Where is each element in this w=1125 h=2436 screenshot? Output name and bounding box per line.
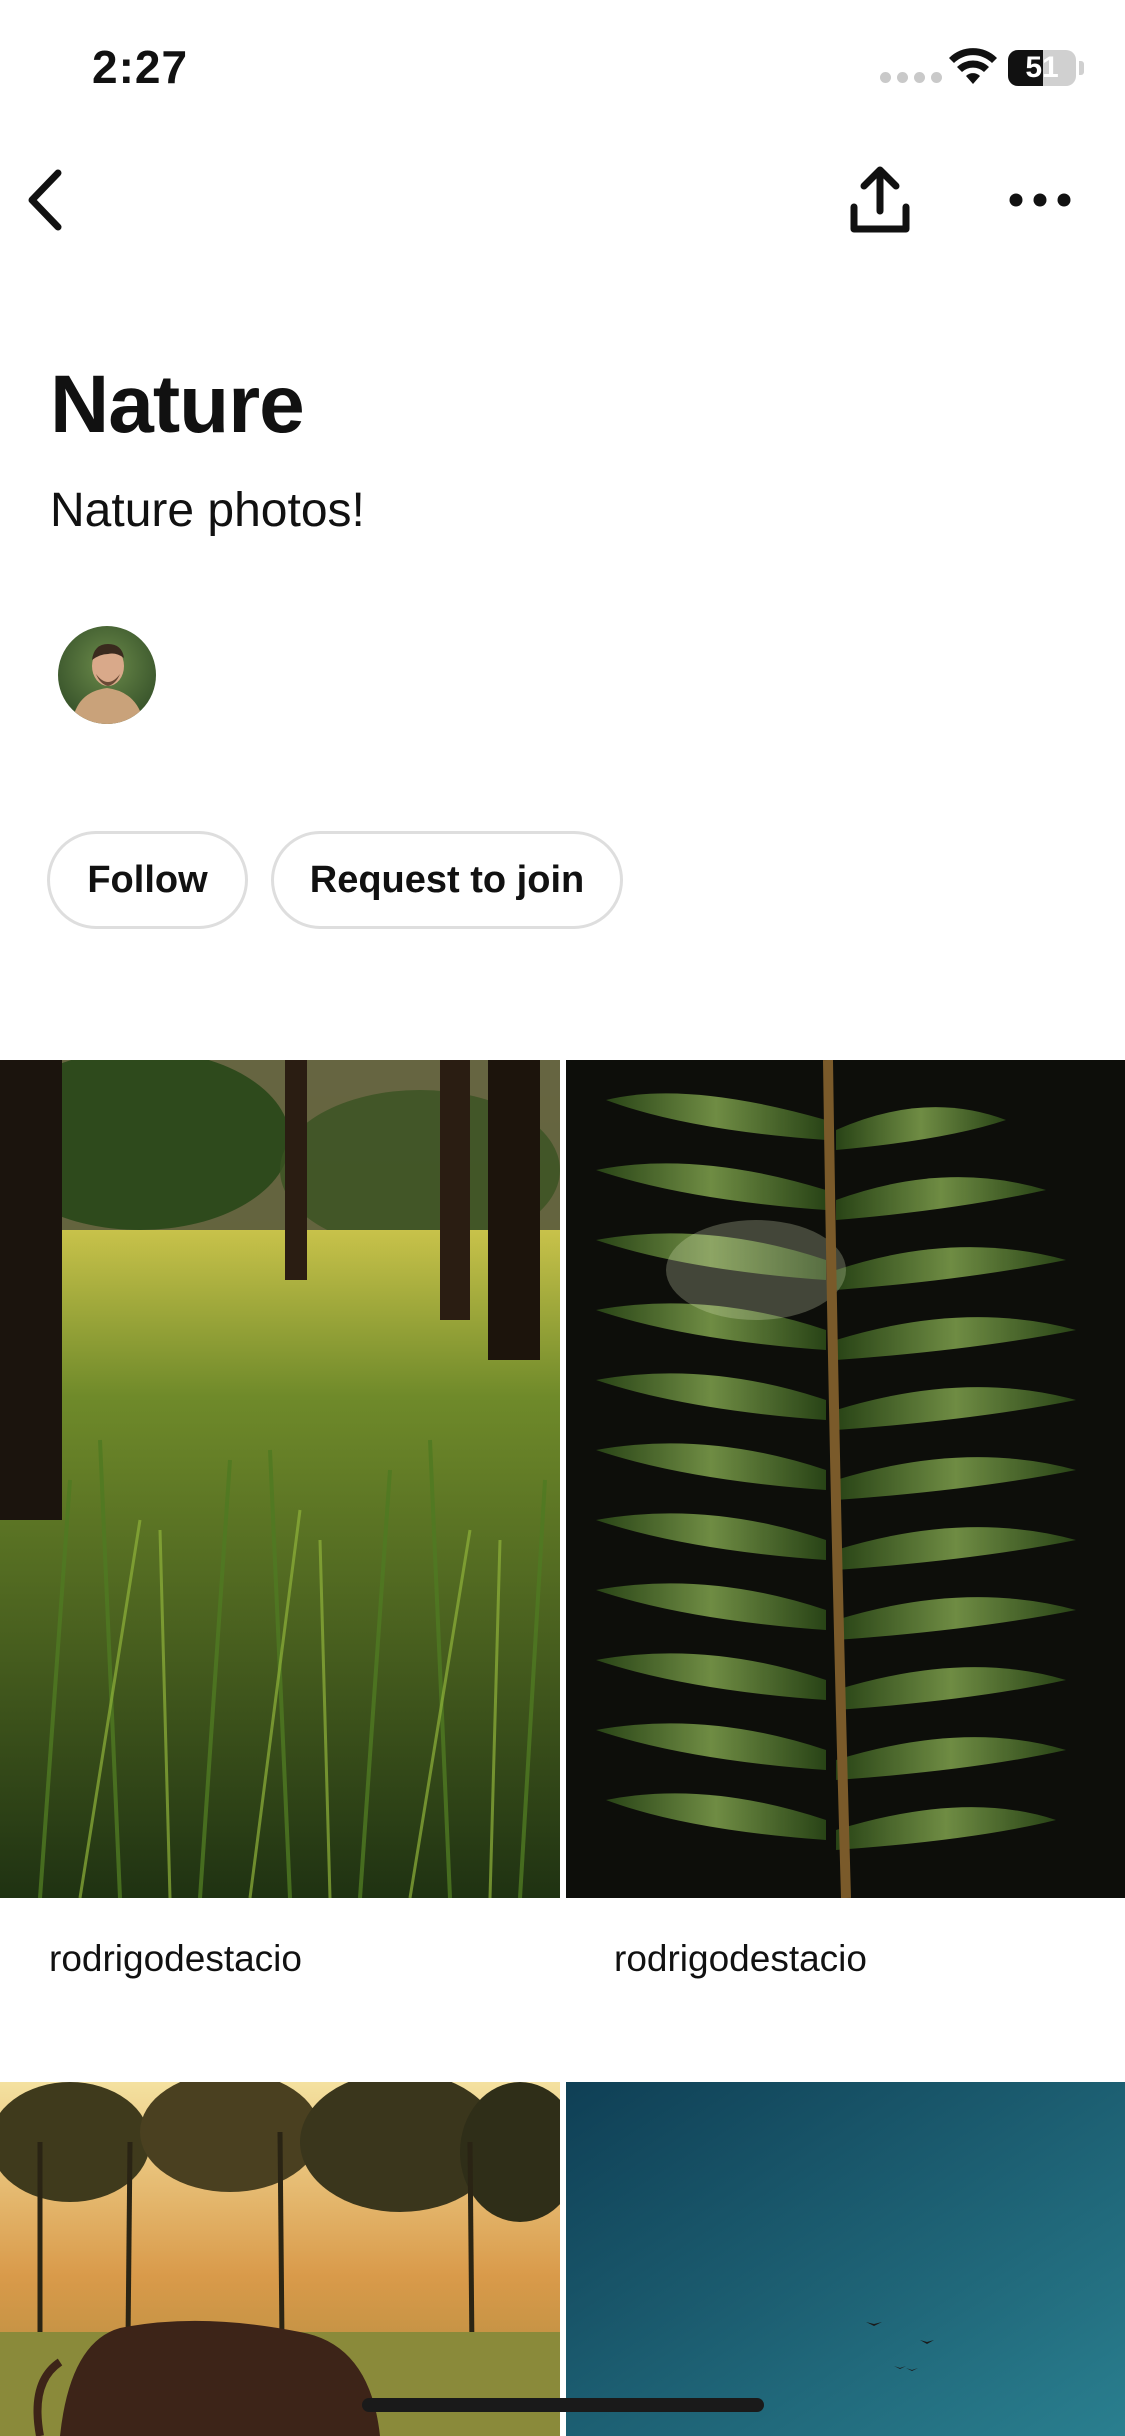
pin-image[interactable] <box>566 2082 1125 2436</box>
chevron-left-icon <box>28 169 62 231</box>
more-icon <box>1009 193 1071 207</box>
battery-cap <box>1079 61 1084 75</box>
share-icon <box>850 166 910 233</box>
board-title: Nature <box>50 359 305 450</box>
battery-level: 51 <box>1025 51 1059 84</box>
pin-image[interactable] <box>0 2082 560 2436</box>
pin-author[interactable]: rodrigodestacio <box>614 1938 867 1980</box>
status-time: 2:27 <box>92 41 189 93</box>
avatar-image <box>58 626 156 724</box>
board-description: Nature photos! <box>50 484 365 537</box>
more-button[interactable] <box>995 155 1085 245</box>
follow-button[interactable]: Follow <box>47 831 248 929</box>
fern-photo <box>566 1060 1125 1898</box>
collaborator-avatar[interactable] <box>58 626 156 724</box>
signal-icon <box>880 72 942 83</box>
pin-author[interactable]: rodrigodestacio <box>49 1938 302 1980</box>
grass-photo <box>0 1060 560 1898</box>
back-button[interactable] <box>0 155 90 245</box>
cow-photo <box>0 2082 560 2436</box>
battery-icon: 51 <box>1008 50 1076 86</box>
home-indicator[interactable] <box>362 2398 764 2412</box>
pin-image[interactable] <box>566 1060 1125 1898</box>
wifi-icon <box>949 48 997 84</box>
sky-photo <box>566 2082 1125 2436</box>
nav-bar <box>0 150 1125 250</box>
pin-image[interactable] <box>0 1060 560 1898</box>
status-bar: 2:27 51 <box>0 0 1125 140</box>
request-to-join-button[interactable]: Request to join <box>271 831 623 929</box>
share-button[interactable] <box>835 155 925 245</box>
